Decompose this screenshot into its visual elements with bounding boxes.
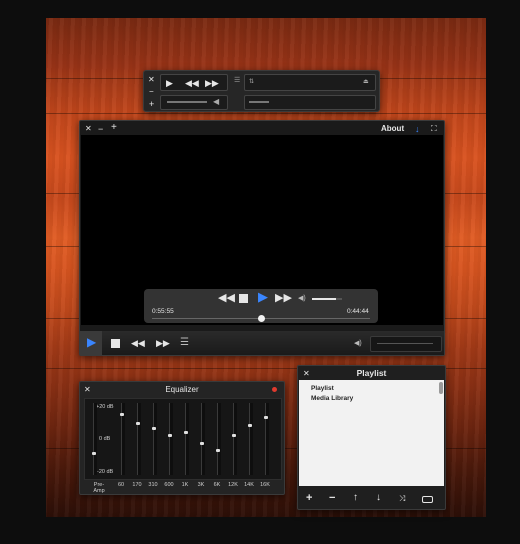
mini-volume-slider[interactable] xyxy=(167,101,207,103)
playlist-list: Playlist Media Library xyxy=(299,380,444,486)
play-icon[interactable]: ▶ xyxy=(258,290,268,303)
move-up-icon[interactable]: ↑ xyxy=(353,493,358,503)
close-icon[interactable]: ✕ xyxy=(148,75,155,85)
rewind-icon[interactable]: ◀◀ xyxy=(185,78,199,88)
eq-slider-knob[interactable] xyxy=(200,441,204,445)
eq-slider-track[interactable] xyxy=(137,403,141,475)
eq-slider-track[interactable] xyxy=(185,403,189,475)
eq-slider-track[interactable] xyxy=(201,403,205,475)
close-icon[interactable]: ✕ xyxy=(85,124,92,134)
main-player-window: ✕ − + About ↓ ⛶ ◀◀ ▶ ▶▶ ◀) 0:55:55 0:44:… xyxy=(79,120,445,356)
mini-player: ✕ − + ▶ ◀◀ ▶▶ ☰ ⇅ ⏏ ◀ xyxy=(143,70,380,112)
move-down-icon[interactable]: ↓ xyxy=(376,493,381,503)
stop-icon[interactable] xyxy=(111,339,120,348)
volume-icon[interactable]: ◀ xyxy=(213,97,219,107)
stop-icon[interactable] xyxy=(239,294,248,303)
remaining-time: 0:44:44 xyxy=(347,308,369,315)
list-item[interactable]: Playlist xyxy=(311,385,334,392)
playlist-toolbar: + − ↑ ↓ ⤨ xyxy=(298,490,445,509)
osd-controls: ◀◀ ▶ ▶▶ ◀) 0:55:55 0:44:44 xyxy=(144,289,378,323)
repeat-icon[interactable] xyxy=(422,496,433,503)
eq-slider-knob[interactable] xyxy=(216,448,220,452)
seek-bar[interactable] xyxy=(152,315,370,322)
fast-forward-icon[interactable]: ▶▶ xyxy=(156,338,170,348)
mini-transport-group: ▶ ◀◀ ▶▶ xyxy=(160,74,228,91)
eq-slider-track[interactable] xyxy=(93,403,97,475)
minimize-icon[interactable]: − xyxy=(149,87,154,97)
playlist-title: Playlist xyxy=(356,368,387,378)
seek-knob[interactable] xyxy=(258,315,265,322)
volume-fill xyxy=(312,298,336,300)
eq-slider-knob[interactable] xyxy=(136,422,140,426)
rewind-icon[interactable]: ◀◀ xyxy=(131,338,145,348)
playlist-icon[interactable]: ☰ xyxy=(180,338,189,348)
equalizer-window: ✕ Equalizer +20 dB 0 dB -20 dB Pre-Amp 60… xyxy=(79,381,285,495)
equalizer-panel: +20 dB 0 dB -20 dB xyxy=(84,398,282,480)
db-mid-label: 0 dB xyxy=(99,436,111,442)
volume-icon[interactable]: ◀) xyxy=(354,339,362,349)
scrollbar[interactable] xyxy=(439,382,443,394)
video-area[interactable]: ◀◀ ▶ ▶▶ ◀) 0:55:55 0:44:44 xyxy=(81,135,443,325)
eq-band-label: 16K xyxy=(260,482,270,488)
eq-slider-track[interactable] xyxy=(217,403,221,475)
close-dot-icon[interactable] xyxy=(272,387,277,392)
eq-slider-track[interactable] xyxy=(249,403,253,475)
playlist-window: ✕ Playlist Playlist Media Library + − ↑ … xyxy=(297,365,446,510)
mini-seek-field[interactable] xyxy=(244,95,376,110)
db-min-label: -20 dB xyxy=(97,469,114,475)
list-item[interactable]: Media Library xyxy=(311,395,353,402)
shuffle-icon[interactable]: ⤨ xyxy=(399,494,405,504)
fast-forward-icon[interactable]: ▶▶ xyxy=(275,293,292,304)
volume-slider[interactable] xyxy=(312,298,342,300)
fast-forward-icon[interactable]: ▶▶ xyxy=(205,78,219,88)
fullscreen-icon[interactable]: ⛶ xyxy=(431,124,437,134)
eq-slider-knob[interactable] xyxy=(248,423,252,427)
maximize-icon[interactable]: + xyxy=(149,99,154,109)
playlist-icon[interactable]: ☰ xyxy=(234,76,240,86)
eq-slider-knob[interactable] xyxy=(184,430,188,434)
shuffle-icon[interactable]: ⇅ xyxy=(249,77,254,87)
eq-slider-track[interactable] xyxy=(265,403,269,475)
download-arrow-icon[interactable]: ↓ xyxy=(415,124,420,134)
eq-slider-track[interactable] xyxy=(153,403,157,475)
mini-volume-group: ◀ xyxy=(160,95,228,110)
equalizer-title: Equalizer xyxy=(165,385,199,394)
db-max-label: +20 dB xyxy=(96,404,114,410)
play-button[interactable]: ▶ xyxy=(80,331,102,355)
eq-band-label: Pre-Amp xyxy=(93,482,105,494)
eq-slider-knob[interactable] xyxy=(152,427,156,431)
add-icon[interactable]: + xyxy=(306,493,312,504)
remove-icon[interactable]: − xyxy=(329,493,335,504)
minimize-icon[interactable]: − xyxy=(98,124,103,134)
about-link[interactable]: About xyxy=(381,124,404,133)
play-icon[interactable]: ▶ xyxy=(166,78,173,88)
rewind-icon[interactable]: ◀◀ xyxy=(218,293,235,304)
bottom-control-bar: ▶ ◀◀ ▶▶ ☰ ◀) xyxy=(80,331,444,355)
maximize-icon[interactable]: + xyxy=(111,123,117,133)
volume-icon[interactable]: ◀) xyxy=(298,294,306,304)
volume-slider[interactable] xyxy=(370,336,442,352)
mini-seek-fill xyxy=(249,101,269,103)
eq-slider-track[interactable] xyxy=(233,403,237,475)
eq-slider-knob[interactable] xyxy=(120,412,124,416)
eject-icon[interactable]: ⏏ xyxy=(363,77,369,87)
eq-slider-track[interactable] xyxy=(169,403,173,475)
elapsed-time: 0:55:55 xyxy=(152,308,174,315)
play-icon: ▶ xyxy=(87,335,97,349)
mini-info-field: ⇅ ⏏ xyxy=(244,74,376,91)
